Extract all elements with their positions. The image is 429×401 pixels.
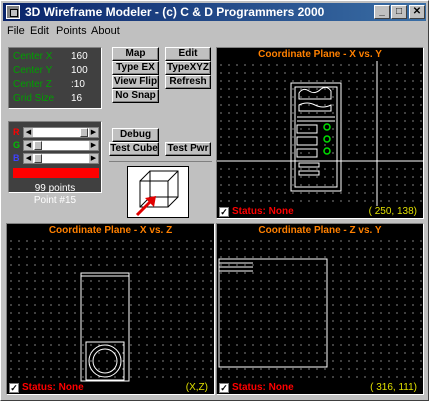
edit-button[interactable]: Edit — [165, 47, 211, 61]
xy-plane-panel: Coordinate Plane - X vs. Y ✓ Status: Non… — [216, 47, 424, 219]
xy-canvas[interactable] — [217, 61, 423, 206]
refresh-button[interactable]: Refresh — [165, 75, 211, 89]
info-label: Center Z — [13, 79, 52, 90]
divider — [109, 161, 212, 162]
left-arrow-icon[interactable]: ◀ — [24, 141, 33, 150]
type-ex-button[interactable]: Type EX — [112, 61, 159, 75]
info-row-center-y: Center Y 100 — [13, 65, 99, 78]
info-value: 16 — [71, 93, 83, 104]
xy-status-bar: ✓ Status: None ( 250, 138) — [217, 206, 423, 218]
status-text: Status: None — [232, 382, 294, 393]
right-arrow-icon[interactable]: ▶ — [89, 128, 98, 137]
panel-title: Coordinate Plane - X vs. Z — [7, 224, 214, 237]
zy-wireframe — [218, 258, 328, 368]
test-pwr-button[interactable]: Test Pwr — [165, 142, 211, 156]
info-value: 100 — [71, 65, 88, 76]
info-row-center-z: Center Z :10 — [13, 79, 99, 92]
color-swatch — [13, 168, 99, 178]
zy-status-bar: ✓ Status: None ( 316, 111) — [217, 382, 423, 394]
status-text: Status: None — [22, 382, 84, 393]
right-arrow-icon[interactable]: ▶ — [89, 154, 98, 163]
info-value: :10 — [71, 79, 85, 90]
menu-bar: File Edit Points About — [3, 23, 426, 39]
red-slider[interactable]: R ◀ ▶ — [13, 127, 99, 138]
menu-file[interactable]: File — [7, 25, 25, 37]
zy-canvas[interactable] — [217, 237, 423, 382]
panel-title: Coordinate Plane - X vs. Y — [217, 48, 423, 61]
slider-thumb[interactable] — [34, 141, 42, 150]
cube-icon — [135, 170, 179, 217]
slider-thumb[interactable] — [34, 154, 42, 163]
coordinate-readout: (X,Z) — [185, 382, 208, 393]
coordinate-readout: ( 316, 111) — [370, 382, 417, 393]
view-flip-button[interactable]: View Flip — [112, 75, 159, 89]
coordinate-readout: ( 250, 138) — [368, 206, 417, 217]
blue-label: B — [13, 153, 20, 163]
test-cube-button[interactable]: Test Cube — [109, 142, 159, 156]
info-row-grid-size: Grid Size 16 — [13, 93, 99, 106]
debug-button[interactable]: Debug — [112, 128, 159, 142]
status-text: Status: None — [232, 206, 294, 217]
status-checkbox[interactable]: ✓ — [219, 207, 229, 217]
xy-wireframe — [217, 61, 423, 206]
center-info-panel: Center X 160 Center Y 100 Center Z :10 G… — [8, 47, 102, 109]
left-arrow-icon[interactable]: ◀ — [24, 154, 33, 163]
cube-preview — [127, 166, 189, 218]
points-count: 99 points — [34, 183, 76, 194]
menu-edit[interactable]: Edit — [30, 25, 49, 37]
no-snap-button[interactable]: No Snap — [112, 89, 159, 103]
menu-points[interactable]: Points — [56, 25, 87, 37]
xz-wireframe — [80, 272, 130, 382]
status-checkbox[interactable]: ✓ — [9, 383, 19, 393]
info-row-center-x: Center X 160 — [13, 51, 99, 64]
map-button[interactable]: Map — [112, 47, 159, 61]
left-arrow-icon[interactable]: ◀ — [24, 128, 33, 137]
status-checkbox[interactable]: ✓ — [219, 383, 229, 393]
xz-canvas[interactable] — [7, 237, 214, 382]
info-label: Center Y — [13, 65, 53, 76]
right-arrow-icon[interactable]: ▶ — [89, 141, 98, 150]
zy-plane-panel: Coordinate Plane - Z vs. Y ✓ Status: Non… — [216, 223, 424, 395]
green-slider[interactable]: G ◀ ▶ — [13, 140, 99, 151]
selected-point: Point #15 — [33, 195, 77, 206]
app-window: 3D Wireframe Modeler - (c) C & D Program… — [0, 0, 429, 401]
info-label: Center X — [13, 51, 53, 62]
maximize-button[interactable]: □ — [391, 5, 407, 19]
minimize-button[interactable]: _ — [374, 5, 390, 19]
xz-status-bar: ✓ Status: None (X,Z) — [7, 382, 214, 394]
app-icon[interactable] — [6, 5, 20, 19]
panel-title: Coordinate Plane - Z vs. Y — [217, 224, 423, 237]
info-label: Grid Size — [13, 93, 55, 104]
blue-slider[interactable]: B ◀ ▶ — [13, 153, 99, 164]
window-title: 3D Wireframe Modeler - (c) C & D Program… — [25, 5, 325, 19]
green-label: G — [13, 140, 21, 150]
info-value: 160 — [71, 51, 88, 62]
type-xyz-button[interactable]: TypeXYZ — [165, 61, 211, 75]
menu-about[interactable]: About — [91, 25, 120, 37]
title-bar[interactable]: 3D Wireframe Modeler - (c) C & D Program… — [3, 3, 426, 21]
red-label: R — [13, 127, 20, 137]
xz-plane-panel: Coordinate Plane - X vs. Z ✓ Status: Non… — [6, 223, 215, 395]
slider-thumb[interactable] — [80, 128, 88, 137]
close-button[interactable]: ✕ — [409, 5, 425, 19]
